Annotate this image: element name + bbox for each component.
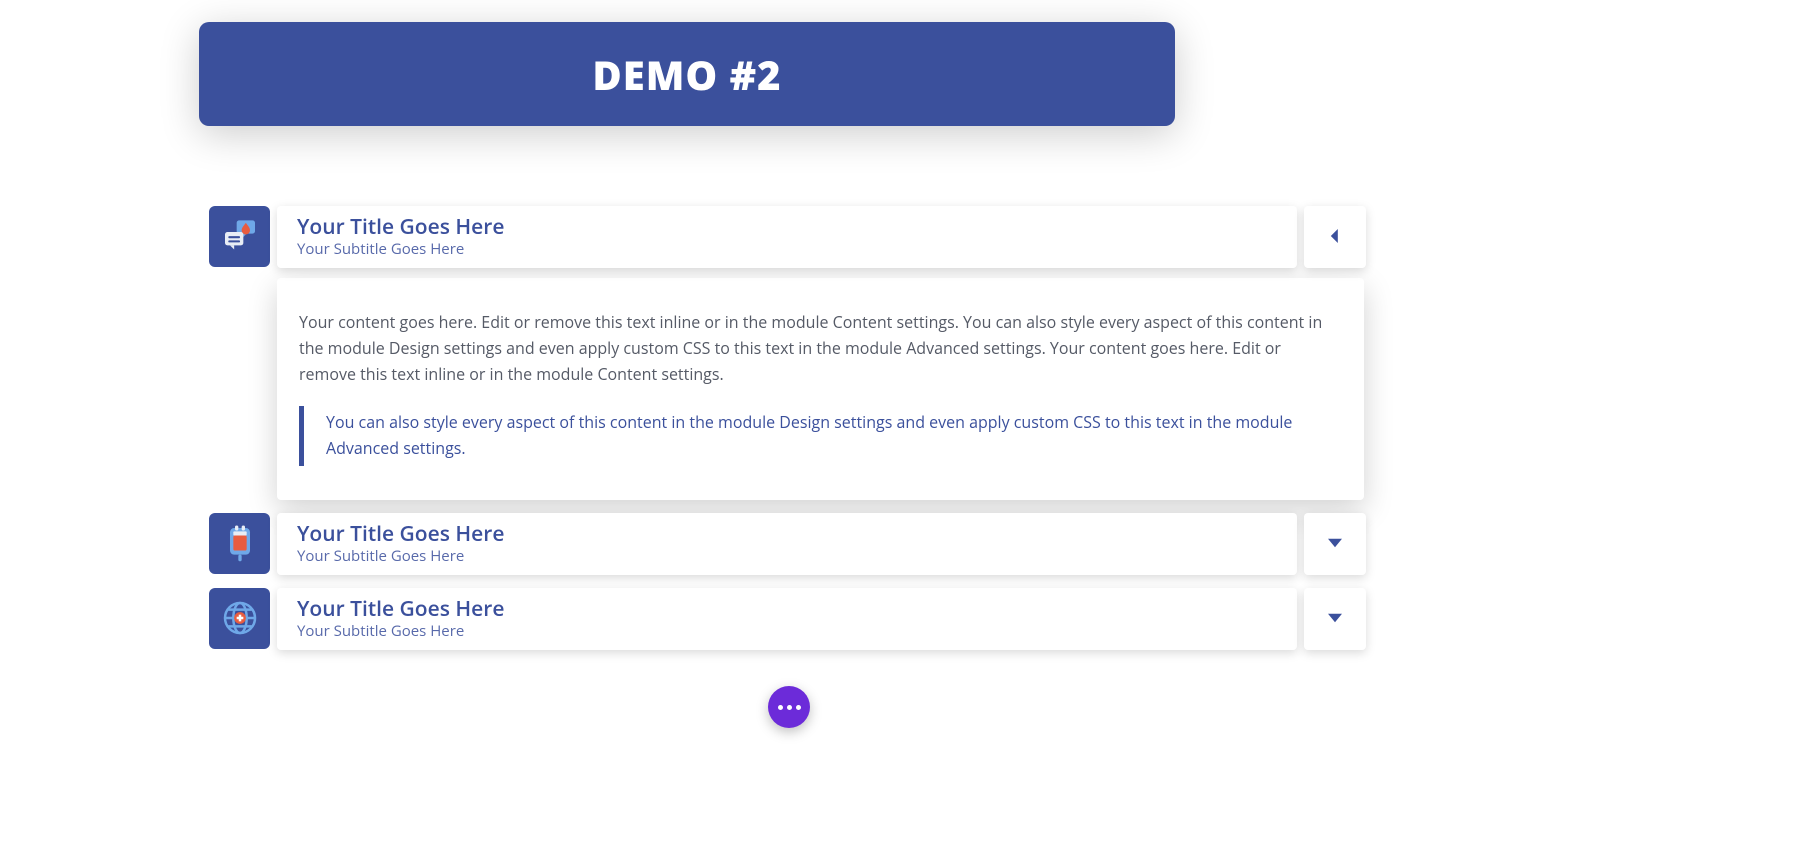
accordion-content: Your content goes here. Edit or remove t… <box>277 278 1364 500</box>
accordion: Your Title Goes Here Your Subtitle Goes … <box>209 206 1367 663</box>
dots-horizontal-icon <box>778 705 801 710</box>
accordion-subtitle: Your Subtitle Goes Here <box>297 241 504 258</box>
accordion-item: Your Title Goes Here Your Subtitle Goes … <box>209 206 1367 500</box>
accordion-header[interactable]: Your Title Goes Here Your Subtitle Goes … <box>277 588 1297 650</box>
accordion-item: Your Title Goes Here Your Subtitle Goes … <box>209 588 1367 650</box>
globe-medical-icon <box>209 588 270 649</box>
accordion-subtitle: Your Subtitle Goes Here <box>297 623 504 640</box>
banner-title: DEMO #2 <box>592 47 781 102</box>
accordion-title: Your Title Goes Here <box>297 523 504 546</box>
accordion-toggle[interactable] <box>1304 588 1366 650</box>
caret-down-icon <box>1328 533 1342 555</box>
accordion-title: Your Title Goes Here <box>297 216 504 239</box>
accordion-subtitle: Your Subtitle Goes Here <box>297 548 504 565</box>
accordion-toggle[interactable] <box>1304 206 1366 268</box>
caret-down-icon <box>1328 608 1342 630</box>
page-banner: DEMO #2 <box>199 22 1175 126</box>
content-paragraph: Your content goes here. Edit or remove t… <box>299 310 1342 388</box>
caret-left-icon <box>1328 226 1342 248</box>
chat-blood-icon <box>209 206 270 267</box>
accordion-toggle[interactable] <box>1304 513 1366 575</box>
blood-bag-icon <box>209 513 270 574</box>
accordion-title: Your Title Goes Here <box>297 598 504 621</box>
accordion-header[interactable]: Your Title Goes Here Your Subtitle Goes … <box>277 206 1297 268</box>
accordion-item: Your Title Goes Here Your Subtitle Goes … <box>209 513 1367 575</box>
accordion-header[interactable]: Your Title Goes Here Your Subtitle Goes … <box>277 513 1297 575</box>
fab-more-actions[interactable] <box>768 686 810 728</box>
content-blockquote: You can also style every aspect of this … <box>299 406 1342 466</box>
